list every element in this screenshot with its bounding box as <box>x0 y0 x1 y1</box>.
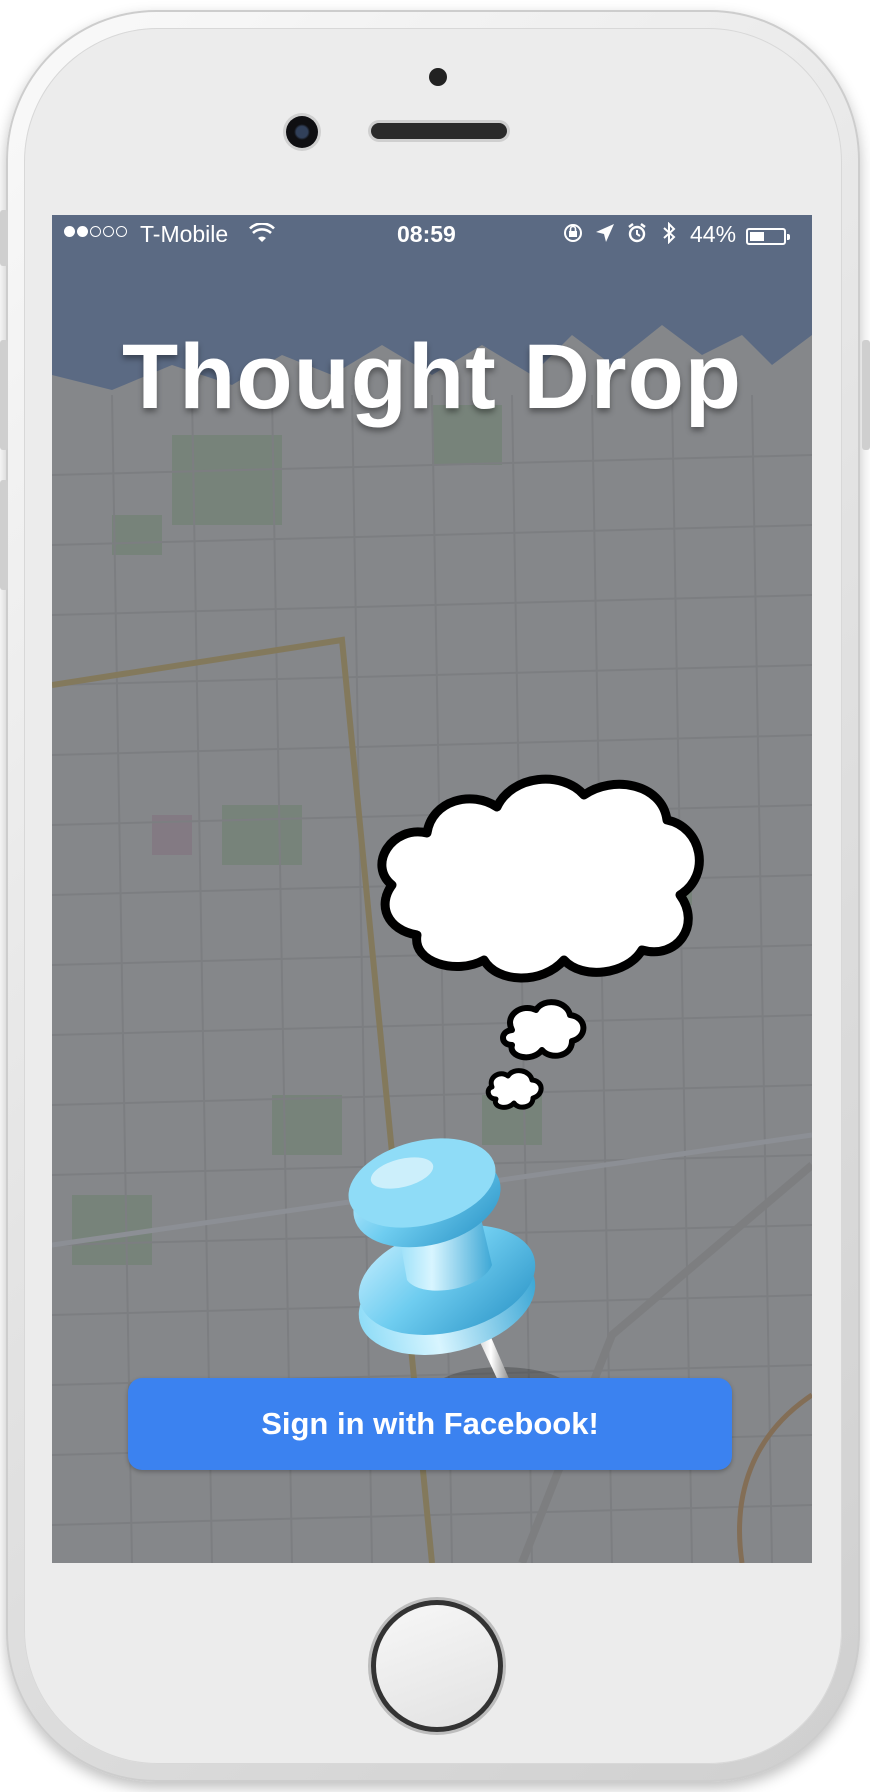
silent-switch[interactable] <box>0 210 8 266</box>
home-button[interactable] <box>371 1600 503 1732</box>
battery-level <box>750 232 764 241</box>
app-screen: T-Mobile 08:59 44% Thought Drop Sign in … <box>52 215 812 1563</box>
thought-pin-illustration <box>348 774 704 1427</box>
proximity-sensor <box>429 68 447 86</box>
app-title: Thought Drop <box>121 326 743 428</box>
earpiece-speaker <box>371 123 507 139</box>
power-button[interactable] <box>862 340 870 450</box>
volume-down-button[interactable] <box>0 480 8 590</box>
bluetooth-icon <box>663 222 676 244</box>
status-time: 08:59 <box>397 221 456 247</box>
facebook-signin-button[interactable]: Sign in with Facebook! <box>128 1378 732 1470</box>
volume-up-button[interactable] <box>0 340 8 450</box>
thought-bubble-icon <box>377 774 704 1110</box>
alarm-icon <box>628 223 646 243</box>
battery-icon <box>746 228 790 245</box>
orientation-lock-icon <box>564 224 582 242</box>
wifi-icon <box>249 223 275 242</box>
cellular-signal-icon <box>64 226 127 237</box>
status-bar: T-Mobile 08:59 44% <box>52 215 812 255</box>
carrier-name: T-Mobile <box>140 221 229 247</box>
location-arrow-icon <box>596 224 614 242</box>
battery-percentage: 44% <box>690 221 737 247</box>
front-camera-icon <box>286 116 318 148</box>
